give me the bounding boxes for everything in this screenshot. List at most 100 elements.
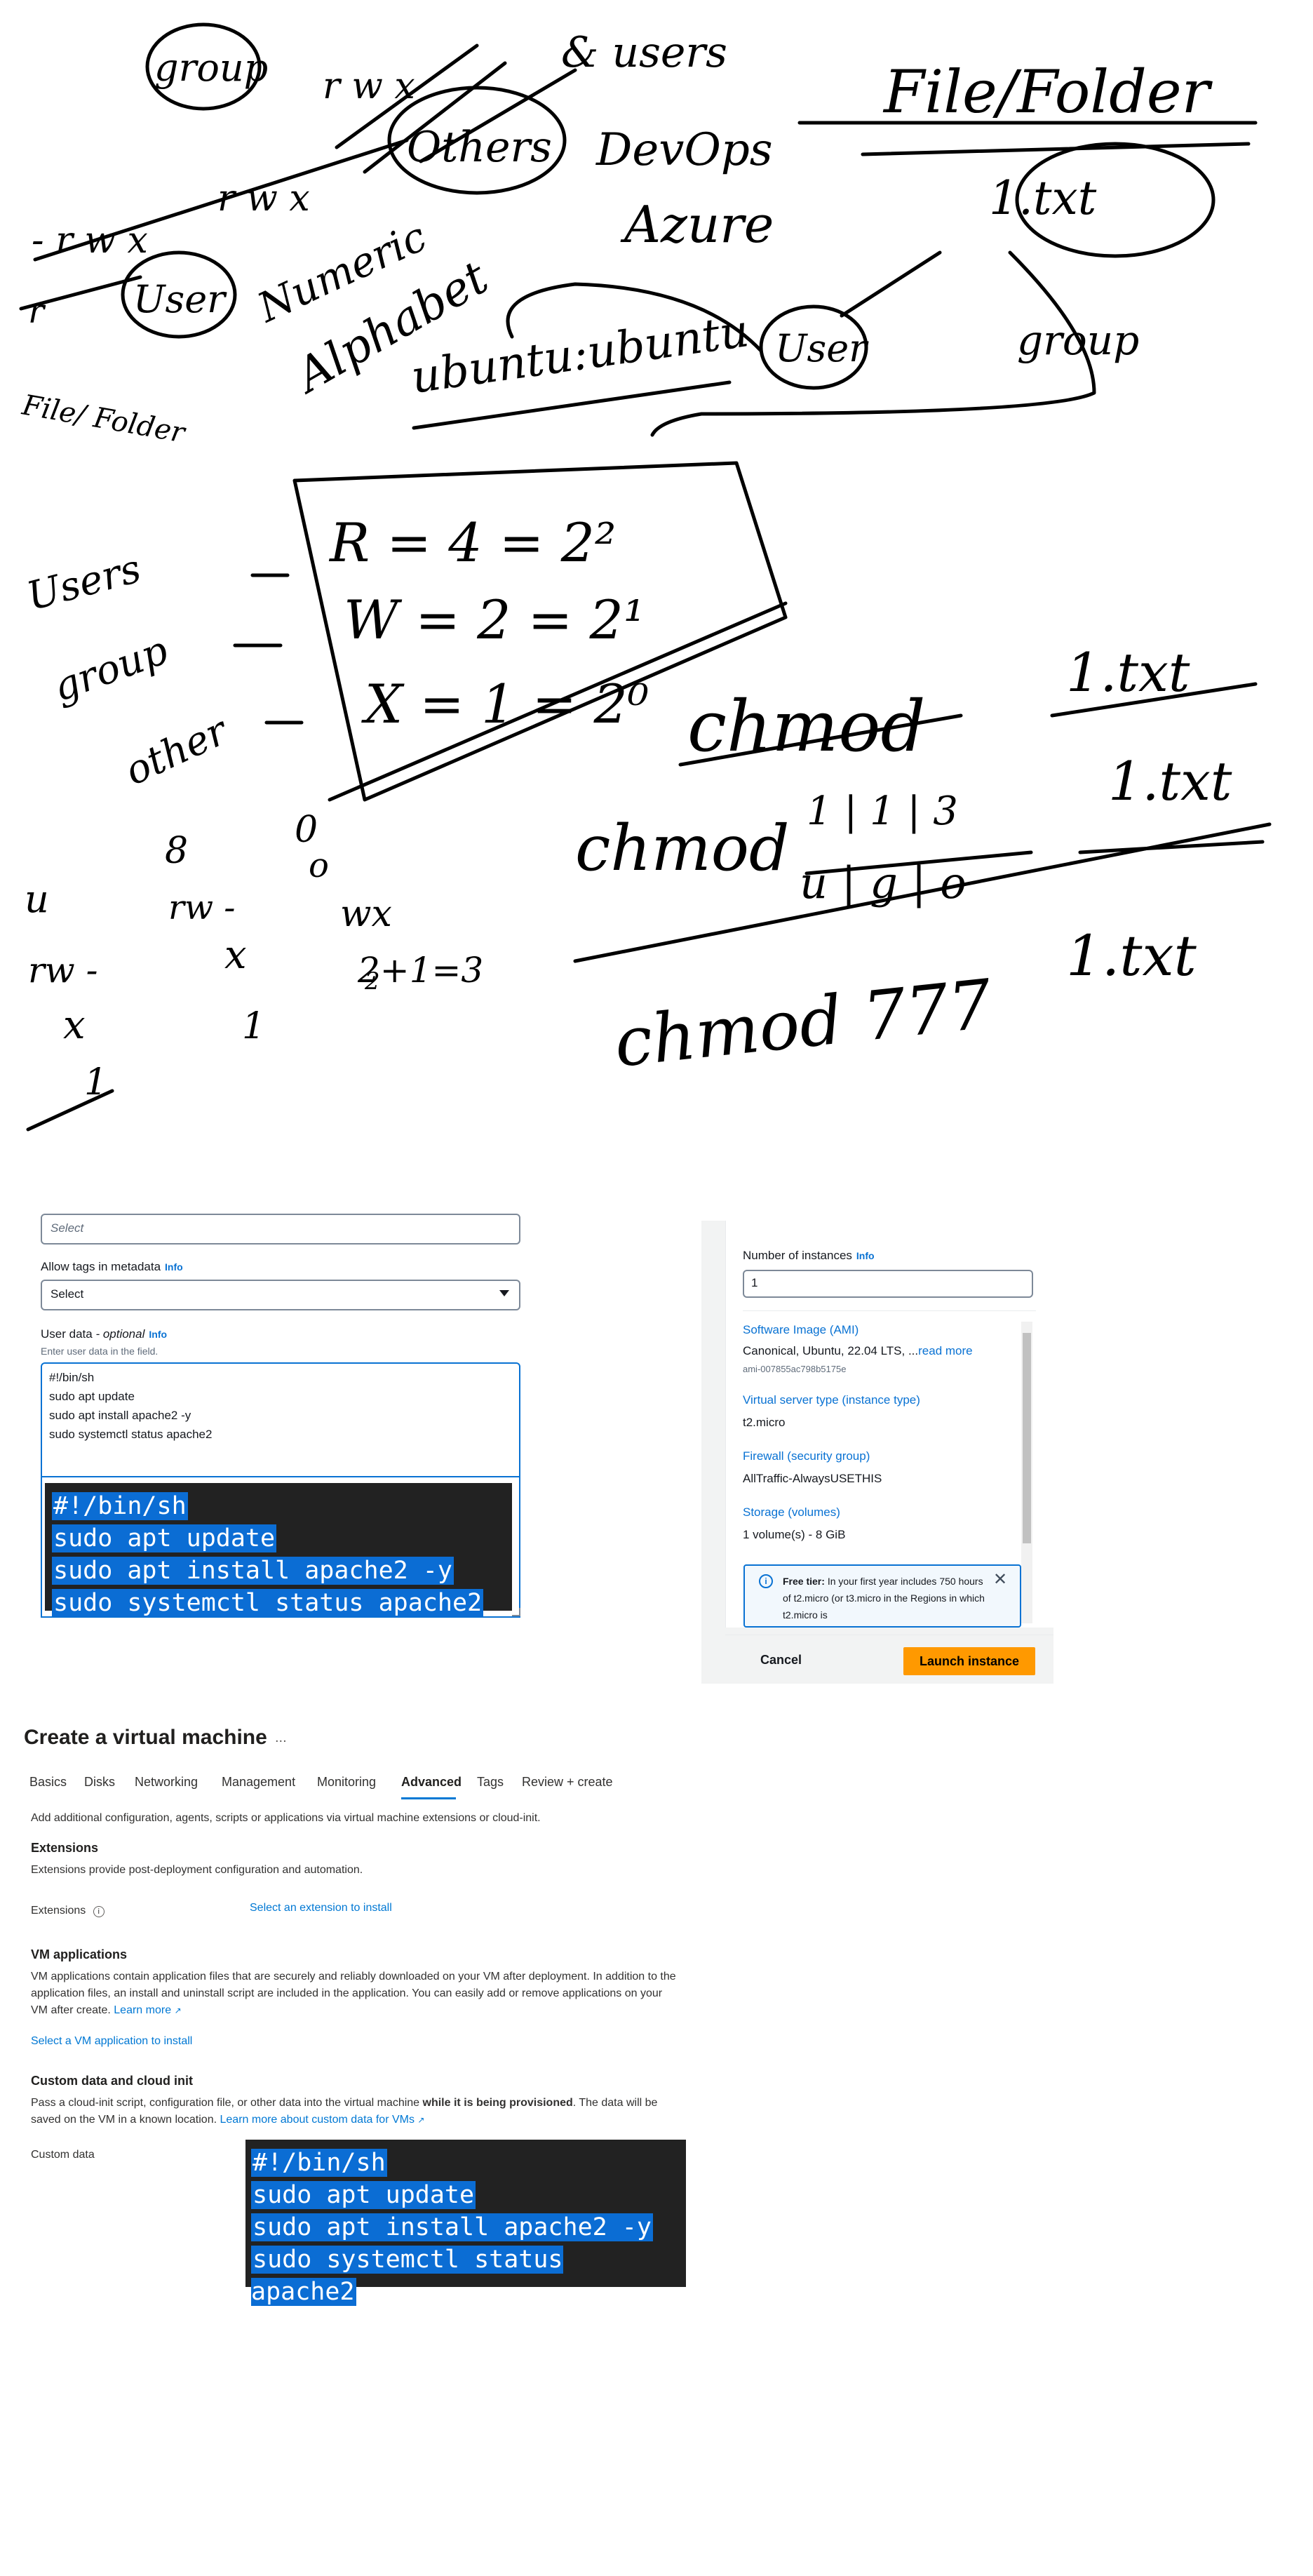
label-txt-top: 1.txt: [1066, 641, 1190, 704]
whiteboard-sketch: group r w x & users File/Folder - r w x …: [0, 0, 1313, 1165]
label-x-left: x: [63, 1002, 86, 1048]
label-rw-mid: rw -: [168, 888, 236, 927]
free-tier-bold: Free tier:: [783, 1576, 825, 1587]
label-chmod-777: chmod 777: [611, 965, 995, 1082]
active-tab-indicator: [401, 1797, 456, 1799]
tab-review-create[interactable]: Review + create: [522, 1775, 613, 1790]
chevron-down-icon: [499, 1290, 509, 1296]
close-icon[interactable]: ✕: [993, 1571, 1007, 1588]
user-data-line: #!/bin/sh: [49, 1371, 95, 1384]
label-others: Others: [407, 123, 552, 172]
storage-value: 1 volume(s) - 8 GiB: [743, 1528, 846, 1541]
select-vm-application-link[interactable]: Select a VM application to install: [31, 2033, 192, 2050]
ami-read-more-link[interactable]: read more: [918, 1344, 972, 1357]
ami-value: Canonical, Ubuntu, 22.04 LTS, ...: [743, 1344, 919, 1357]
more-actions-button[interactable]: ...: [275, 1730, 287, 1746]
folder-underline: [797, 121, 1258, 156]
label-u-left: u: [25, 877, 49, 921]
custom-data-textarea[interactable]: #!/bin/sh sudo apt update sudo apt insta…: [245, 2140, 686, 2306]
terminal-line: #!/bin/sh: [52, 1492, 188, 1520]
allow-tags-info-link[interactable]: Info: [165, 1261, 183, 1273]
tab-disks[interactable]: Disks: [84, 1775, 115, 1790]
instance-type-link[interactable]: Virtual server type (instance type): [743, 1393, 920, 1407]
resize-handle-icon[interactable]: [512, 1608, 520, 1616]
extensions-desc: Extensions provide post-deployment confi…: [31, 1864, 363, 1876]
tab-management[interactable]: Management: [222, 1775, 295, 1790]
allow-tags-label: Allow tags in metadata: [41, 1260, 161, 1273]
label-txt-mid: 1.txt: [1108, 750, 1232, 812]
storage-link[interactable]: Storage (volumes): [743, 1505, 840, 1520]
info-icon[interactable]: i: [93, 1906, 105, 1917]
label-one-small: 1: [242, 1005, 265, 1047]
user-data-line: sudo apt install apache2 -y: [49, 1409, 191, 1422]
label-users-left: Users: [22, 546, 146, 619]
vm-applications-desc: VM applications contain application file…: [31, 1968, 676, 2019]
label-wx-small: wx: [340, 893, 392, 935]
extensions-label: Extensions: [31, 1905, 86, 1917]
label-rwx-top: r w x: [323, 65, 415, 107]
page-title: Create a virtual machine: [24, 1726, 267, 1749]
label-rwx-mid: r w x: [217, 177, 310, 220]
terminal-line: sudo apt update: [251, 2181, 476, 2209]
label-zero: 0: [295, 809, 318, 851]
label-two-small: 2: [364, 967, 380, 995]
instances-input[interactable]: 1: [743, 1270, 1033, 1298]
user-data-info-link[interactable]: Info: [149, 1329, 167, 1340]
terminal-line: sudo apt install apache2 -y: [251, 2213, 653, 2241]
user-data-line: sudo systemctl status apache2: [49, 1428, 213, 1441]
terminal-line: sudo apt install apache2 -y: [52, 1557, 454, 1585]
label-users-top: & users: [561, 28, 727, 77]
firewall-link[interactable]: Firewall (security group): [743, 1449, 870, 1463]
handwritten-labels: group r w x & users File/Folder - r w x …: [19, 28, 1232, 1103]
user-data-textarea[interactable]: #!/bin/sh sudo apt update sudo apt insta…: [41, 1362, 520, 1477]
label-file-folder-small: File/ Folder: [19, 389, 189, 450]
aws-launch-instance-panel: Select Allow tags in metadata Info Select…: [0, 1214, 1313, 1684]
label-chmod-fraction: chmod: [575, 812, 790, 885]
label-r-left-dash: r: [28, 292, 46, 331]
label-txt-bottom: 1.txt: [1066, 923, 1197, 988]
label-one-left: 1: [84, 1061, 107, 1103]
tab-networking[interactable]: Networking: [135, 1775, 198, 1790]
intro-text: Add additional configuration, agents, sc…: [31, 1812, 541, 1824]
instance-type-value: t2.micro: [743, 1416, 786, 1429]
launch-instance-button[interactable]: Launch instance: [903, 1647, 1035, 1675]
ami-link[interactable]: Software Image (AMI): [743, 1323, 858, 1337]
label-o-small: o: [309, 846, 329, 885]
firewall-value: AllTraffic-AlwaysUSETHIS: [743, 1472, 882, 1485]
label-x-mid: x: [224, 932, 247, 978]
external-link-icon: ↗: [174, 2006, 182, 2015]
label-x-eq: X = 1 = 2⁰: [361, 673, 649, 735]
label-user-right: User: [775, 326, 869, 370]
custom-data-label: Custom data: [31, 2149, 95, 2161]
label-eight: 8: [165, 830, 188, 872]
aws-select-top[interactable]: Select: [41, 1214, 520, 1245]
free-tier-alert: i Free tier: In your first year includes…: [743, 1564, 1021, 1628]
label-other-left: other: [118, 707, 236, 795]
instances-label: Number of instances: [743, 1249, 852, 1262]
custom-learn-more-link[interactable]: Learn more about custom data for VMs: [220, 2114, 415, 2126]
cancel-button[interactable]: Cancel: [760, 1653, 802, 1668]
learn-more-link[interactable]: Learn more: [114, 2004, 171, 2016]
aws-advanced-details: Select Allow tags in metadata Info Select…: [0, 1214, 701, 1684]
allow-tags-select[interactable]: Select: [41, 1280, 520, 1310]
tab-basics[interactable]: Basics: [29, 1775, 67, 1790]
instances-info-link[interactable]: Info: [856, 1250, 875, 1261]
tab-advanced[interactable]: Advanced: [401, 1775, 462, 1790]
instances-value: 1: [751, 1276, 758, 1289]
terminal-line: sudo systemctl status apache2: [251, 2246, 563, 2306]
user-data-label: User data: [41, 1327, 93, 1341]
summary-scrollbar-thumb[interactable]: [1023, 1333, 1031, 1543]
label-group-right: group: [1017, 316, 1139, 364]
select-extension-link[interactable]: Select an extension to install: [250, 1900, 392, 1917]
external-link-icon: ↗: [417, 2115, 425, 2125]
vm-applications-heading: VM applications: [31, 1947, 128, 1961]
label-devops: DevOps: [595, 124, 773, 176]
label-rw-left: rw -: [28, 950, 98, 991]
aws-terminal-overlay: #!/bin/sh sudo apt update sudo apt insta…: [45, 1483, 512, 1617]
terminal-line: #!/bin/sh: [251, 2149, 387, 2177]
user-data-optional: - optional: [95, 1327, 145, 1341]
tab-monitoring[interactable]: Monitoring: [317, 1775, 376, 1790]
label-user-left: User: [133, 277, 227, 321]
tab-tags[interactable]: Tags: [477, 1775, 504, 1790]
label-group-circled: group: [154, 46, 268, 90]
